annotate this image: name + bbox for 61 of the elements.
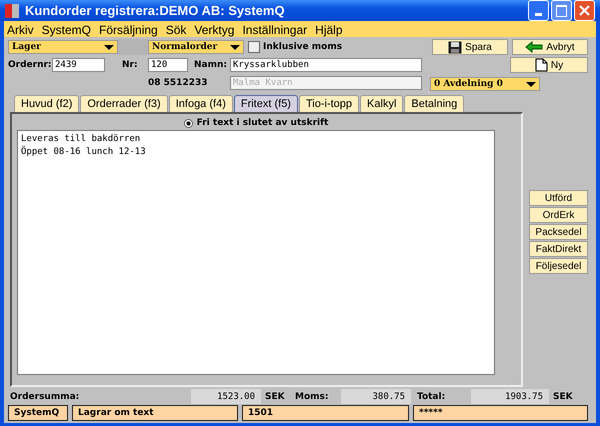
tab[interactable]: Fritext (f5) bbox=[234, 95, 298, 112]
amount-field: 1523.00 bbox=[191, 389, 261, 404]
text-area[interactable]: Leveras till bakdörren Öppet 08-16 lunch 12-13 bbox=[17, 130, 495, 375]
menu-item[interactable]: Inställningar bbox=[242, 23, 308, 37]
currency-label: SEK bbox=[552, 392, 574, 402]
text-line: Öppet 08-16 lunch 12-13 bbox=[21, 146, 147, 159]
status-cell: 1501 bbox=[242, 405, 409, 421]
field-label: Nr: bbox=[122, 60, 139, 70]
tab[interactable]: Infoga (f4) bbox=[168, 95, 233, 112]
menu-item[interactable]: Arkiv bbox=[7, 23, 34, 37]
radio-label: Fri text i slutet av utskrift bbox=[196, 118, 328, 128]
close-icon bbox=[579, 5, 590, 16]
tab[interactable]: Betalning bbox=[404, 95, 464, 112]
radio-button[interactable] bbox=[184, 118, 193, 128]
tab[interactable]: Kalkyl bbox=[360, 95, 404, 112]
side-button[interactable]: Följesedel bbox=[529, 258, 588, 274]
total-label: Ordersumma: bbox=[9, 392, 80, 402]
menu-item[interactable]: Sök bbox=[166, 23, 186, 37]
status-cell: Lagrar om text bbox=[72, 405, 238, 421]
dropdown[interactable]: Normalorder bbox=[148, 40, 244, 54]
maximize-button[interactable] bbox=[551, 0, 572, 21]
checkbox[interactable] bbox=[248, 41, 260, 53]
menu-item[interactable]: Verktyg bbox=[194, 23, 234, 37]
close-button[interactable] bbox=[574, 0, 595, 21]
total-label: Total: bbox=[416, 392, 446, 402]
minimize-button[interactable] bbox=[528, 0, 549, 21]
side-button[interactable]: Utförd bbox=[529, 190, 588, 206]
tab[interactable]: Tio-i-topp bbox=[298, 95, 360, 112]
menu-item[interactable]: SystemQ bbox=[42, 23, 92, 37]
page-icon bbox=[534, 58, 548, 72]
tab[interactable]: Huvud (f2) bbox=[14, 95, 80, 112]
checkbox-label: Inklusive moms bbox=[263, 42, 342, 52]
phone-number: 08 5512233 bbox=[148, 78, 208, 88]
input-field[interactable]: 120 bbox=[148, 58, 188, 72]
save-button[interactable]: Spara bbox=[432, 39, 508, 55]
menu-item[interactable]: Försäljning bbox=[99, 23, 158, 37]
caret-icon bbox=[526, 82, 536, 86]
status-cell: ***** bbox=[413, 405, 588, 421]
tab[interactable]: Orderrader (f3) bbox=[80, 95, 168, 112]
field-label: Ordernr: bbox=[8, 60, 52, 70]
left-arrow-icon bbox=[525, 41, 544, 53]
side-button[interactable]: OrdErk bbox=[529, 207, 588, 223]
input-field[interactable]: 2439 bbox=[52, 58, 105, 72]
side-button[interactable]: FaktDirekt bbox=[529, 241, 588, 257]
caret-icon bbox=[230, 44, 240, 50]
field-label: Namn: bbox=[194, 60, 228, 70]
side-button[interactable]: Packsedel bbox=[529, 224, 588, 240]
input-field[interactable]: Kryssarklubben bbox=[230, 58, 422, 72]
cancel-button[interactable]: Avbryt bbox=[512, 39, 588, 55]
status-cell: SystemQ bbox=[8, 405, 68, 421]
app-icon bbox=[5, 4, 19, 18]
amount-field: 380.75 bbox=[341, 389, 411, 404]
window-title: Kundorder registrera:DEMO AB: SystemQ bbox=[25, 3, 286, 18]
total-label: Moms: bbox=[295, 392, 330, 402]
menu-item[interactable]: Hjälp bbox=[315, 23, 343, 37]
new-button[interactable]: Ny bbox=[510, 57, 588, 73]
amount-field: 1903.75 bbox=[471, 389, 549, 404]
dropdown[interactable]: Lager bbox=[8, 40, 118, 54]
text-line: Leveras till bakdörren bbox=[21, 133, 142, 146]
dropdown[interactable]: 0 Avdelning 0 bbox=[430, 77, 540, 91]
currency-label: SEK bbox=[264, 392, 286, 402]
